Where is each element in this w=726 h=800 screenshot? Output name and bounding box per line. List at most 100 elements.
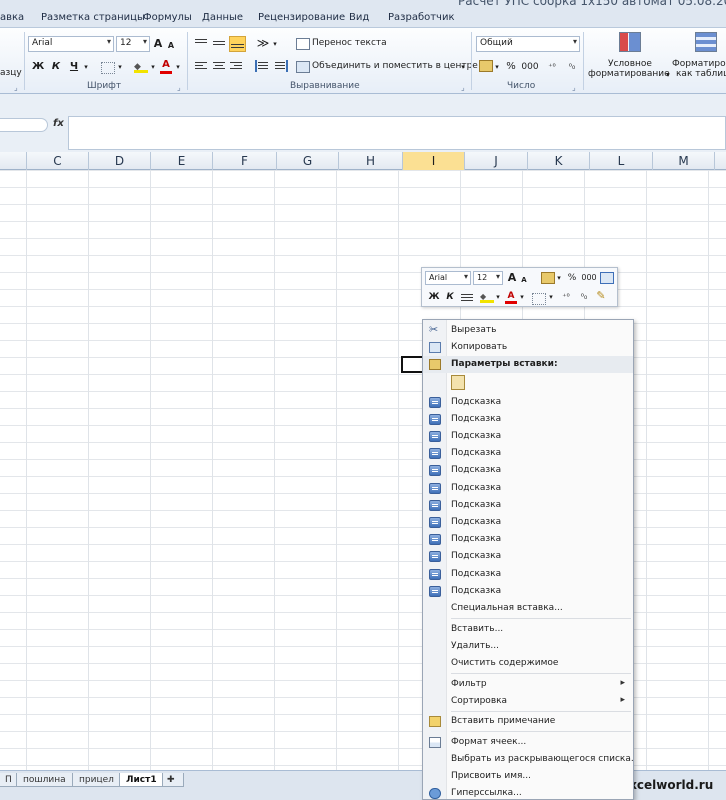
chevron-down-icon[interactable]: ▾ [459, 59, 467, 75]
menu-item-tip[interactable]: Подсказка [423, 583, 633, 600]
menu-item-clear-contents[interactable]: Очистить содержимое [423, 655, 633, 672]
wrap-text-icon[interactable] [296, 38, 310, 50]
column-header-i[interactable]: I [403, 152, 465, 170]
mini-percent-button[interactable]: % [566, 271, 578, 285]
menu-item-tip[interactable]: Подсказка [423, 462, 633, 479]
tab-page-layout[interactable]: Разметка страницы [41, 12, 145, 23]
tab-formulas[interactable]: Формулы [143, 12, 192, 23]
italic-button[interactable]: К [50, 59, 62, 75]
conditional-formatting-icon[interactable] [619, 32, 641, 52]
align-center-icon[interactable] [212, 60, 226, 72]
align-bottom-icon[interactable] [229, 36, 246, 52]
conditional-formatting-label-2[interactable]: форматирование [588, 69, 670, 79]
shrink-font-button[interactable]: A [166, 38, 176, 54]
mini-decrease-decimal-icon[interactable]: ⁰₀ [577, 290, 591, 304]
sheet-tab-pricel[interactable]: прицел [72, 773, 121, 787]
percent-style-button[interactable]: % [505, 59, 517, 75]
menu-item-paste-special[interactable]: Специальная вставка... [423, 600, 633, 617]
column-header-m[interactable]: M [653, 152, 715, 170]
number-format-combo[interactable]: Общий ▾ [476, 36, 580, 52]
column-header-k[interactable]: K [528, 152, 590, 170]
decrease-decimal-icon[interactable]: ⁰₀ [565, 59, 579, 75]
align-middle-icon[interactable] [212, 39, 226, 51]
mini-currency-icon[interactable] [541, 272, 555, 284]
column-header-d[interactable]: D [89, 152, 151, 170]
formula-input[interactable] [68, 116, 726, 150]
mini-shrink-font-button[interactable]: A [519, 273, 529, 287]
tab-data[interactable]: Данные [202, 12, 243, 23]
comma-style-button[interactable]: 000 [521, 59, 539, 75]
menu-item-tip[interactable]: Подсказка [423, 531, 633, 548]
menu-item-filter[interactable]: Фильтр ▸ [423, 676, 633, 693]
font-size-combo[interactable]: 12 ▾ [116, 36, 150, 52]
wrap-text-button[interactable]: Перенос текста [312, 38, 387, 48]
chevron-down-icon[interactable]: ▾ [519, 290, 525, 304]
merge-cells-icon[interactable] [296, 61, 310, 73]
mini-center-icon[interactable] [460, 292, 474, 304]
decrease-indent-icon[interactable] [255, 60, 269, 72]
menu-item-tip[interactable]: Подсказка [423, 497, 633, 514]
chevron-down-icon[interactable]: ▾ [174, 59, 182, 75]
column-header-e[interactable]: E [151, 152, 213, 170]
column-header-g[interactable]: G [277, 152, 339, 170]
mini-format-brush-icon[interactable]: ✎ [594, 289, 608, 303]
menu-item-tip[interactable]: Подсказка [423, 480, 633, 497]
format-as-table-label-2[interactable]: как таблиц [676, 69, 726, 79]
sheet-tab-poshlina[interactable]: пошлина [16, 773, 73, 787]
menu-item-cut[interactable]: ✂ Вырезать [423, 322, 633, 339]
borders-icon[interactable] [101, 62, 115, 74]
chevron-down-icon[interactable]: ▾ [664, 67, 672, 83]
chevron-down-icon[interactable]: ▾ [82, 59, 90, 75]
chevron-down-icon[interactable]: ▾ [495, 290, 501, 304]
number-dialog-launcher[interactable]: ⌟ [572, 83, 576, 92]
align-right-icon[interactable] [229, 60, 243, 72]
column-header-h[interactable]: H [339, 152, 403, 170]
align-left-icon[interactable] [194, 60, 208, 72]
menu-item-tip[interactable]: Подсказка [423, 514, 633, 531]
chevron-down-icon[interactable]: ▾ [493, 59, 501, 75]
chevron-down-icon[interactable]: ▾ [271, 36, 279, 52]
insert-sheet-icon[interactable]: ✚ [162, 773, 184, 787]
sheet-tab-list1[interactable]: Лист1 [119, 773, 164, 787]
name-box[interactable] [0, 118, 48, 132]
merge-center-button[interactable]: Объединить и поместить в центре [312, 61, 478, 71]
menu-item-copy[interactable]: Копировать [423, 339, 633, 356]
menu-item-tip[interactable]: Подсказка [423, 411, 633, 428]
menu-item-insert-comment[interactable]: Вставить примечание [423, 713, 633, 730]
menu-item-define-name[interactable]: Присвоить имя... [423, 768, 633, 785]
font-dialog-launcher[interactable]: ⌟ [177, 83, 181, 92]
font-color-button[interactable]: А [160, 57, 172, 74]
chevron-down-icon[interactable]: ▾ [149, 59, 157, 75]
increase-indent-icon[interactable] [274, 60, 288, 72]
underline-button[interactable]: Ч [68, 59, 80, 75]
mini-borders-icon[interactable] [532, 293, 546, 305]
alignment-dialog-launcher[interactable]: ⌟ [461, 83, 465, 92]
menu-item-format-cells[interactable]: Формат ячеек... [423, 734, 633, 751]
paste-icon[interactable] [451, 375, 465, 390]
format-as-table-label-1[interactable]: Форматиров [672, 59, 726, 69]
conditional-formatting-label-1[interactable]: Условное [608, 59, 652, 69]
column-header-j[interactable]: J [465, 152, 528, 170]
menu-item-tip[interactable]: Подсказка [423, 428, 633, 445]
menu-item-tip[interactable]: Подсказка [423, 566, 633, 583]
mini-bold-button[interactable]: Ж [428, 290, 440, 304]
mini-italic-button[interactable]: К [444, 290, 456, 304]
column-header-c[interactable]: C [27, 152, 89, 170]
chevron-down-icon[interactable]: ▾ [116, 59, 124, 75]
currency-format-icon[interactable] [479, 60, 493, 72]
tab-review[interactable]: Рецензирование [258, 12, 345, 23]
menu-item-sort[interactable]: Сортировка ▸ [423, 693, 633, 710]
orientation-icon[interactable]: ≫ [254, 35, 272, 51]
mini-format-painter-icon[interactable] [600, 272, 614, 284]
bold-button[interactable]: Ж [32, 59, 44, 75]
mini-font-color-button[interactable]: А [505, 289, 517, 304]
grow-font-button[interactable]: A [152, 36, 164, 52]
insert-function-button[interactable]: fx [53, 118, 64, 129]
font-name-combo[interactable]: Arial ▾ [28, 36, 114, 52]
column-header-partial[interactable] [0, 152, 27, 170]
tab-developer[interactable]: Разработчик [388, 12, 455, 23]
menu-item-insert[interactable]: Вставить... [423, 621, 633, 638]
column-header-f[interactable]: F [213, 152, 277, 170]
tab-view[interactable]: Вид [349, 12, 369, 23]
format-as-table-icon[interactable] [695, 32, 717, 52]
